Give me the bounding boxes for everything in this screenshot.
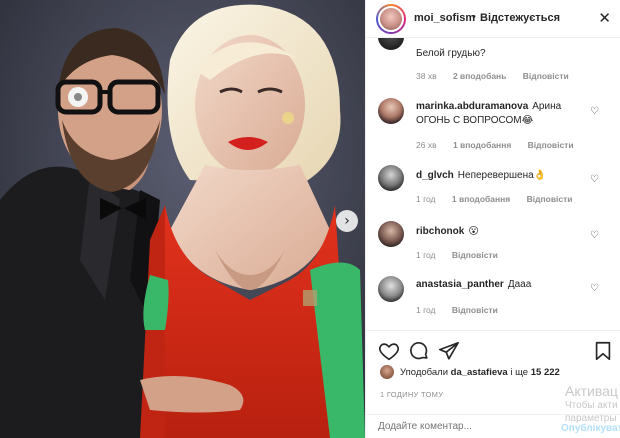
author-avatar[interactable]	[376, 4, 406, 34]
likes-text: Уподобали da_astafieva і ще 15 222	[400, 367, 560, 378]
liker-avatar[interactable]	[380, 365, 394, 379]
publish-button[interactable]: Опублікувати	[561, 423, 620, 434]
comment-text: Белой грудью?	[416, 48, 486, 59]
comment-bubble-icon[interactable]	[408, 340, 430, 362]
reply-button[interactable]: Відповісти	[528, 140, 574, 150]
post-header: moi_sofism • Відстежується ✕	[366, 0, 620, 38]
next-photo-arrow-icon[interactable]: ›	[336, 210, 358, 232]
comment-text: marinka.abduramanova Арина ОГОНЬ С ВОПРОС…	[416, 101, 562, 126]
comment-meta: 1 год 1 вподобання Відповісти	[416, 194, 587, 204]
comment-time: 38 хв	[416, 71, 437, 81]
comment-username[interactable]: marinka.abduramanova	[416, 101, 528, 112]
comment-meta: 1 год Відповісти	[416, 250, 512, 260]
comment-input[interactable]	[378, 421, 548, 432]
comment-text: anastasia_panther Дааа	[416, 279, 532, 290]
like-comment-heart-icon[interactable]: ♡	[590, 284, 600, 294]
heart-outline-icon[interactable]	[378, 340, 400, 362]
likes-count[interactable]: 15 222	[531, 367, 560, 378]
comment-time: 1 год	[416, 305, 436, 315]
avatar-woman[interactable]	[378, 98, 404, 124]
comment-time: 1 год	[416, 250, 436, 260]
comment-meta: 26 хв 1 вподобання Відповісти	[416, 140, 588, 150]
author-username[interactable]: moi_sofism	[414, 12, 475, 24]
comment-username[interactable]: d_glvch	[416, 170, 454, 181]
close-icon[interactable]: ✕	[598, 9, 611, 27]
likes-middle: і ще	[510, 367, 529, 378]
reply-button[interactable]: Відповісти	[452, 305, 498, 315]
comment-meta: 1 год Відповісти	[416, 305, 512, 315]
reply-button[interactable]: Відповісти	[527, 194, 573, 204]
following-button[interactable]: Відстежується	[480, 12, 560, 24]
paper-plane-icon[interactable]	[438, 340, 460, 362]
like-comment-heart-icon[interactable]: ♡	[590, 107, 600, 117]
like-comment-heart-icon[interactable]: ♡	[590, 175, 600, 185]
comment-text: d_glvch Неперевершена👌	[416, 170, 547, 181]
comment-username[interactable]: anastasia_panther	[416, 279, 504, 290]
comment-list[interactable]: Белой грудью? 38 хв 2 вподобань Відповіс…	[366, 38, 620, 330]
comment-meta: 38 хв 2 вподобань Відповісти	[416, 71, 583, 81]
avatar-dark-partial[interactable]	[378, 38, 404, 50]
likes-summary: Уподобали da_astafieva і ще 15 222	[366, 362, 620, 382]
comment-likes[interactable]: 2 вподобань	[453, 71, 506, 81]
post-action-bar	[366, 330, 620, 362]
add-comment-bar: Опублікувати	[366, 414, 620, 438]
comment-username[interactable]: ribchonok	[416, 226, 464, 237]
avatar-woman-bw[interactable]	[378, 276, 404, 302]
bookmark-icon[interactable]	[592, 340, 614, 362]
comment-likes[interactable]: 1 вподобання	[453, 140, 511, 150]
comment-time: 26 хв	[416, 140, 437, 150]
header-separator: •	[472, 11, 476, 23]
photo-illustration	[0, 0, 365, 438]
reply-button[interactable]: Відповісти	[523, 71, 569, 81]
avatar-man-bw[interactable]	[378, 165, 404, 191]
likes-prefix: Уподобали	[400, 367, 449, 378]
reply-button[interactable]: Відповісти	[452, 250, 498, 260]
comment-likes[interactable]: 1 вподобання	[452, 194, 510, 204]
liker-username[interactable]: da_astafieva	[451, 367, 508, 378]
like-comment-heart-icon[interactable]: ♡	[590, 231, 600, 241]
avatar-woman-dark[interactable]	[378, 221, 404, 247]
post-side-panel: moi_sofism • Відстежується ✕ Белой грудь…	[365, 0, 620, 438]
comment-text: ribchonok 😮	[416, 226, 479, 237]
comment-time: 1 год	[416, 194, 436, 204]
post-photo[interactable]: ›	[0, 0, 365, 438]
post-timestamp: 1 ГОДИНУ ТОМУ	[380, 390, 444, 399]
